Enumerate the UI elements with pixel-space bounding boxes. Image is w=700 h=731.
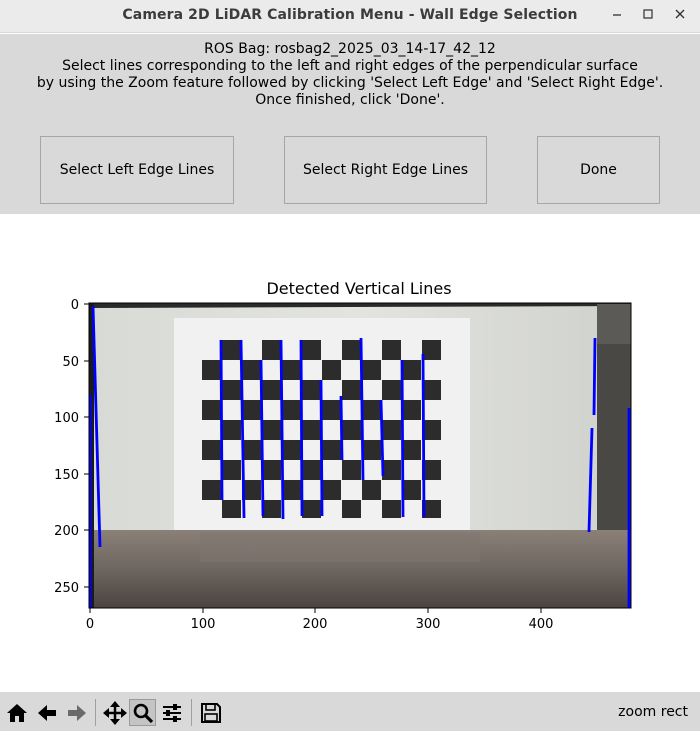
detected-line	[359, 337, 365, 481]
figure-canvas[interactable]: Detected Vertical Lines 0 50 100 150 200…	[0, 214, 700, 692]
control-panel: ROS Bag: rosbag2_2025_03_14-17_42_12 Sel…	[0, 34, 700, 214]
navigation-toolbar: zoom rect	[0, 692, 700, 731]
pan-button[interactable]	[101, 699, 128, 726]
select-right-edge-button[interactable]: Select Right Edge Lines	[284, 136, 487, 204]
detected-line	[299, 339, 304, 517]
y-tick-label: 100	[54, 411, 79, 426]
x-tick-label: 300	[416, 617, 441, 632]
plot[interactable]: Detected Vertical Lines 0 50 100 150 200…	[0, 214, 700, 692]
save-button[interactable]	[197, 699, 224, 726]
configure-subplots-button[interactable]	[158, 699, 185, 726]
x-tick-label: 100	[191, 617, 216, 632]
x-tick-label: 0	[86, 617, 94, 632]
maximize-button[interactable]	[636, 4, 660, 28]
instruction-line-3: Once finished, click 'Done'.	[255, 92, 445, 108]
save-icon	[200, 702, 221, 723]
x-axis: 0 100 200 300 400	[86, 608, 554, 632]
back-button[interactable]	[33, 699, 60, 726]
configure-subplots-icon	[162, 703, 181, 722]
forward-icon	[67, 704, 86, 721]
detected-line	[379, 399, 385, 477]
toolbar-separator	[95, 699, 96, 726]
detected-line	[279, 339, 285, 520]
detected-line	[219, 339, 224, 501]
detected-line	[421, 353, 426, 518]
zoom-icon	[133, 703, 153, 723]
detected-line	[592, 337, 597, 416]
rosbag-label: ROS Bag: rosbag2_2025_03_14-17_42_12	[204, 41, 496, 57]
close-button[interactable]	[668, 4, 692, 28]
forward-button[interactable]	[63, 699, 90, 726]
x-tick-label: 400	[529, 617, 554, 632]
detected-line	[339, 395, 344, 461]
detected-line	[400, 359, 405, 518]
done-button[interactable]: Done	[537, 136, 660, 204]
back-icon	[37, 704, 56, 721]
y-tick-label: 150	[54, 468, 79, 483]
select-left-edge-button[interactable]: Select Left Edge Lines	[40, 136, 234, 204]
title-bar[interactable]: Camera 2D LiDAR Calibration Menu - Wall …	[0, 0, 700, 33]
y-tick-label: 50	[62, 355, 79, 370]
toolbar-separator	[191, 699, 192, 726]
home-button[interactable]	[3, 699, 30, 726]
minimize-icon	[613, 14, 621, 16]
y-tick-label: 200	[54, 524, 79, 539]
detected-line	[319, 379, 324, 517]
instruction-line-2: by using the Zoom feature followed by cl…	[36, 75, 664, 91]
y-axis: 0 50 100 150 200 250	[54, 298, 89, 596]
app-window: Camera 2D LiDAR Calibration Menu - Wall …	[0, 0, 700, 731]
maximize-icon	[643, 9, 653, 19]
x-tick-label: 200	[303, 617, 328, 632]
window-title: Camera 2D LiDAR Calibration Menu - Wall …	[122, 7, 578, 23]
y-tick-label: 250	[54, 581, 79, 596]
home-icon	[6, 703, 27, 722]
plot-title: Detected Vertical Lines	[266, 279, 451, 298]
toolbar-status: zoom rect	[618, 704, 688, 720]
y-tick-label: 0	[71, 298, 79, 313]
instruction-line-1: Select lines corresponding to the left a…	[62, 58, 638, 74]
zoom-button[interactable]	[129, 699, 156, 726]
detected-line	[259, 359, 265, 517]
minimize-button[interactable]	[605, 4, 629, 28]
close-icon	[675, 9, 685, 19]
pan-icon	[102, 700, 127, 725]
